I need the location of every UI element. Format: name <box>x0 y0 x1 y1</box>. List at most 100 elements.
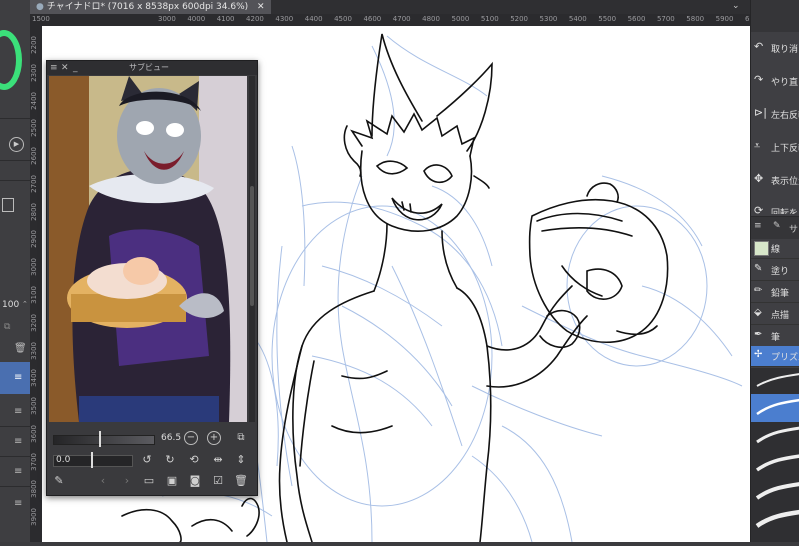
history-item[interactable]: ⊳| 左右反転 <box>751 100 799 128</box>
tool-label: 塗り <box>771 267 790 277</box>
ruler-left-label: 3700 <box>30 452 38 471</box>
ruler-left-label: 2900 <box>30 230 38 249</box>
layer-row-active[interactable]: ≡ <box>0 362 30 394</box>
zoom-slider[interactable] <box>53 435 155 445</box>
add-image-icon[interactable]: ☑ <box>210 473 226 489</box>
ruler-top-label: 4400 <box>304 15 323 23</box>
history-label: 取り消し <box>771 45 799 55</box>
menu-icon: ≡ <box>14 372 23 383</box>
ruler-left-label: 2700 <box>30 174 38 193</box>
brush-icon: ✒ <box>754 329 763 340</box>
brush-preview-list[interactable] <box>751 368 799 542</box>
tool-label: プリズム <box>771 353 799 363</box>
rotate-left-icon[interactable]: ↺ <box>139 452 155 468</box>
document-tab-title: チャイナドロ* (7016 x 8538px 600dpi 34.6%) <box>46 2 249 12</box>
delete-layer-icon[interactable]: 🗑 <box>14 343 27 354</box>
menu-icon[interactable]: ≡ <box>754 221 762 231</box>
tool-label: 点描 <box>771 311 790 321</box>
subtool-header-label: サ <box>789 225 799 235</box>
history-item[interactable]: ↷ やり直し <box>751 67 799 95</box>
subview-scrollbar[interactable] <box>249 76 255 422</box>
subtool-prism[interactable]: ✢ プリズム <box>751 346 799 367</box>
edit-icon[interactable]: ✎ <box>773 221 781 231</box>
zoom-out-icon[interactable]: − <box>184 431 198 445</box>
move-view-icon: ✥ <box>754 172 764 185</box>
ruler-left-label: 2200 <box>30 36 38 54</box>
layer-row[interactable]: ≡ <box>0 398 30 427</box>
play-icon[interactable]: ▶ <box>9 137 24 152</box>
color-wheel[interactable] <box>0 30 22 90</box>
ruler-left-label: 3000 <box>30 258 38 277</box>
layer-row[interactable]: ≡ <box>0 428 30 457</box>
subview-palette[interactable]: ≡ ✕ _ サブビュー 66.5 − + ⧉ 0.0 ↺ ↻ ⟲ ⇹ ⇕ ✎ ‹… <box>46 60 258 496</box>
left-panel: ▶ 100 ⌃ ⧉ 🗑 ≡ ≡ ≡ ≡ ≡ <box>0 0 31 542</box>
reset-rotation-icon[interactable]: ⟲ <box>186 452 202 468</box>
zoom-value: 66.5 <box>161 433 182 443</box>
ruler-left-label: 3100 <box>30 286 38 304</box>
ruler-top-label: 3000 <box>158 15 176 23</box>
subtool-fill[interactable]: ✎ 塗り <box>751 260 799 281</box>
delete-image-icon[interactable]: 🗑 <box>233 473 249 489</box>
rotate-icon: ⟳ <box>754 204 764 214</box>
document-tab[interactable]: ● チャイナドロ* (7016 x 8538px 600dpi 34.6%) ✕ <box>30 0 271 14</box>
scrollbar-thumb[interactable] <box>250 186 254 306</box>
reference-image[interactable] <box>49 76 247 422</box>
history-item[interactable]: ↶ 取り消し <box>751 34 799 62</box>
ruler-top-label: 5900 <box>715 15 734 23</box>
previous-image-icon[interactable]: ‹ <box>95 473 111 489</box>
zoom-in-icon[interactable]: + <box>207 431 221 445</box>
camera-icon[interactable]: ◙ <box>187 473 203 489</box>
right-panel: ↶ 取り消し ↷ やり直し ⊳| 左右反転 ⩡ 上下反転 ✥ 表示位置 ⟳ 回転… <box>750 0 799 542</box>
close-tab-icon[interactable]: ✕ <box>257 2 265 12</box>
subtool-brush[interactable]: ✒ 筆 <box>751 326 799 347</box>
history-item[interactable]: ⟳ 回転をリセット <box>751 198 799 214</box>
rotate-right-icon[interactable]: ↻ <box>162 452 178 468</box>
ruler-left: 2200 2300 2400 2500 2600 2700 2800 2900 3000 3100… <box>30 26 42 542</box>
subtool-stipple[interactable]: ⬙ 点描 <box>751 304 799 325</box>
rotation-value: 0.0 <box>56 455 71 465</box>
fit-view-icon[interactable]: ⧉ <box>233 430 249 446</box>
history-item[interactable]: ⩡ 上下反転 <box>751 133 799 161</box>
line-icon <box>754 241 769 256</box>
subtool-pencil[interactable]: ✏ 鉛筆 <box>751 282 799 303</box>
undo-icon: ↶ <box>754 40 764 53</box>
subview-titlebar[interactable]: ≡ ✕ _ サブビュー <box>47 61 257 75</box>
close-icon[interactable]: ✕ <box>61 61 69 75</box>
ruler-top-label: 4700 <box>392 15 411 23</box>
import-image-icon[interactable]: ▣ <box>164 473 180 489</box>
layer-mask-icon[interactable]: ⧉ <box>4 322 24 332</box>
zoom-slider-handle[interactable] <box>99 431 101 447</box>
opacity-stepper-icon[interactable]: ⌃ <box>22 300 28 308</box>
ruler-left-label: 3200 <box>30 313 38 332</box>
layer-property-icon[interactable] <box>2 198 14 212</box>
opacity-value[interactable]: 100 <box>2 300 19 310</box>
layer-row[interactable]: ≡ <box>0 490 30 518</box>
brush-stroke-previews <box>751 373 799 528</box>
ruler-left-label: 2300 <box>30 63 38 82</box>
next-image-icon[interactable]: › <box>119 473 135 489</box>
eyedropper-icon[interactable]: ✎ <box>51 473 67 489</box>
layer-row[interactable]: ≡ <box>0 458 30 487</box>
history-label: 上下反転 <box>771 144 799 154</box>
menu-icon: ≡ <box>14 436 23 447</box>
ruler-top-label: 4100 <box>216 15 235 23</box>
rotation-slider-handle[interactable] <box>91 452 93 468</box>
ruler-left-label: 3500 <box>30 397 38 415</box>
ruler-left-label: 2600 <box>30 147 38 165</box>
minimize-icon[interactable]: _ <box>73 61 78 75</box>
prism-icon: ✢ <box>754 349 763 360</box>
history-item[interactable]: ✥ 表示位置 <box>751 166 799 194</box>
ruler-left-label: 2500 <box>30 119 38 138</box>
menu-icon[interactable]: ≡ <box>50 61 58 75</box>
subtool-line[interactable]: 線 <box>751 238 799 259</box>
ruler-top-label: 4300 <box>275 15 294 23</box>
flip-vertical-icon[interactable]: ⇕ <box>233 452 249 468</box>
ruler-left-label: 3800 <box>30 480 38 499</box>
subtool-header: ≡ ✎ サ <box>751 216 799 239</box>
flip-horizontal-icon[interactable]: ⇹ <box>210 452 226 468</box>
tab-overflow-icon[interactable]: ⌄ <box>732 1 740 11</box>
ruler-top-label: 4800 <box>422 15 440 23</box>
open-folder-icon[interactable]: ▭ <box>141 473 157 489</box>
ruler-top-label: 4600 <box>363 15 382 23</box>
tool-label: 鉛筆 <box>771 289 790 299</box>
